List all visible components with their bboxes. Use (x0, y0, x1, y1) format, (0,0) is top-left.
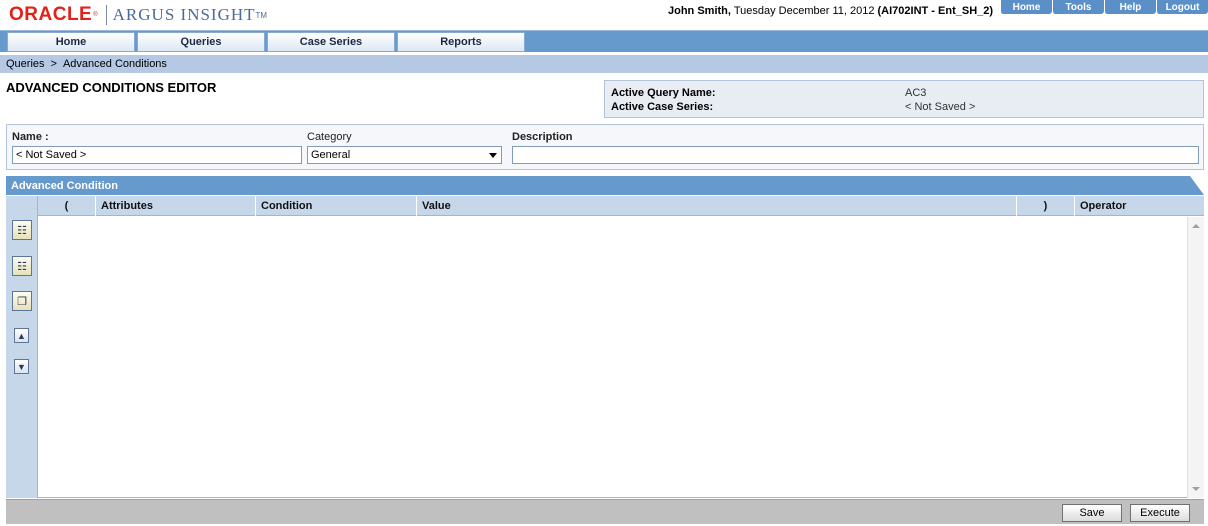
scroll-up-icon[interactable] (1192, 224, 1200, 228)
global-nav-help[interactable]: Help (1104, 0, 1156, 14)
condition-form: Name : Category General Description (6, 124, 1204, 170)
active-query-label: Active Query Name: (611, 87, 716, 99)
logo-divider (105, 5, 107, 25)
insert-condition-icon[interactable]: ☷ (12, 256, 32, 276)
breadcrumb-separator: > (50, 58, 57, 70)
name-input[interactable] (12, 146, 302, 164)
active-case-series-label: Active Case Series: (611, 101, 714, 113)
global-nav: Home Tools Help Logout (1000, 0, 1208, 14)
copy-condition-icon[interactable]: ❐ (12, 291, 32, 311)
breadcrumb-current: Advanced Conditions (62, 58, 167, 70)
active-case-series-value: < Not Saved > (905, 101, 976, 113)
column-close-paren: ) (1017, 196, 1075, 216)
active-query-info: Active Query Name: AC3 Active Case Serie… (604, 80, 1204, 118)
condition-grid[interactable] (38, 217, 1204, 498)
user-info: John Smith, Tuesday December 11, 2012 (A… (668, 5, 993, 17)
global-nav-logout[interactable]: Logout (1156, 0, 1208, 14)
user-name: John Smith, (668, 5, 731, 17)
column-condition: Condition (256, 196, 417, 216)
condition-column-header: ( Attributes Condition Value ) Operator (38, 196, 1204, 216)
main-tab-bar: Home Queries Case Series Reports (0, 30, 1208, 52)
category-label: Category (307, 131, 352, 143)
description-input[interactable] (512, 146, 1199, 164)
move-up-icon[interactable]: ▲ (14, 328, 29, 343)
advanced-condition-header: Advanced Condition (6, 176, 1204, 195)
breadcrumb: Queries > Advanced Conditions (0, 55, 1208, 73)
environment-label: (AI702INT - Ent_SH_2) (877, 5, 994, 17)
app-header: ORACLE ® ARGUS INSIGHT TM John Smith, Tu… (0, 0, 1208, 30)
description-label: Description (512, 131, 573, 143)
footer-bar: Save Execute (6, 499, 1204, 524)
name-label: Name : (12, 131, 49, 143)
global-nav-tools[interactable]: Tools (1052, 0, 1104, 14)
move-down-icon[interactable]: ▼ (14, 359, 29, 374)
condition-toolbar: ☷ ☷ ❐ ▲ ▼ (6, 196, 38, 498)
column-value: Value (417, 196, 1017, 216)
add-condition-icon[interactable]: ☷ (12, 220, 32, 240)
save-button[interactable]: Save (1062, 504, 1122, 522)
tab-reports[interactable]: Reports (397, 32, 525, 52)
current-date: Tuesday December 11, 2012 (733, 5, 875, 17)
breadcrumb-queries[interactable]: Queries (6, 58, 45, 70)
oracle-brand: ORACLE (9, 4, 93, 25)
category-select[interactable]: General (307, 146, 502, 164)
column-attributes: Attributes (96, 196, 256, 216)
tab-home[interactable]: Home (7, 32, 135, 52)
active-query-value: AC3 (905, 87, 927, 99)
column-operator: Operator (1080, 200, 1127, 212)
product-name: ARGUS INSIGHT (112, 5, 256, 24)
chevron-down-icon (489, 153, 497, 158)
tab-case-series[interactable]: Case Series (267, 32, 395, 52)
oracle-argus-logo: ORACLE ® ARGUS INSIGHT TM (9, 4, 267, 26)
global-nav-home[interactable]: Home (1000, 0, 1052, 14)
column-open-paren: ( (38, 196, 96, 216)
registered-mark-icon: ® (93, 12, 98, 18)
trademark-mark: TM (255, 10, 268, 20)
category-selected-value: General (311, 149, 351, 161)
tab-queries[interactable]: Queries (137, 32, 265, 52)
scroll-down-icon[interactable] (1192, 487, 1200, 491)
page-title: ADVANCED CONDITIONS EDITOR (6, 80, 217, 95)
execute-button[interactable]: Execute (1130, 504, 1190, 522)
grid-scrollbar[interactable] (1187, 217, 1204, 498)
